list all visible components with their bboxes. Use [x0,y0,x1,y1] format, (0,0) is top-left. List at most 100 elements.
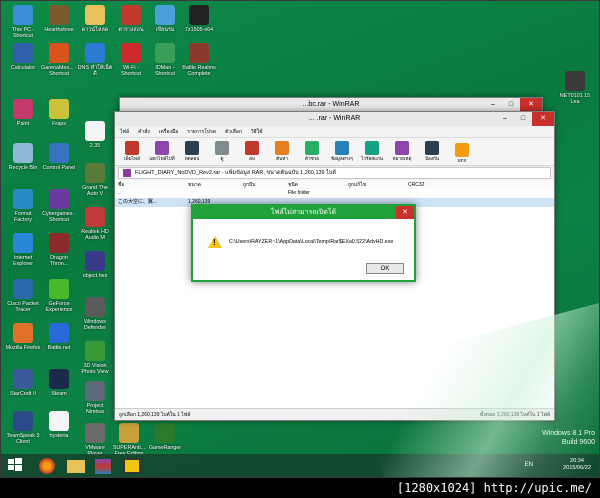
address-bar[interactable]: FLIGHT_DIARY_NoDVD_Rev2.rar - แฟ้มข้อมูล… [118,167,551,179]
winrar-taskbar-icon[interactable] [95,459,111,474]
desktop-icon[interactable]: GameRanger [147,423,183,451]
app-icon [85,121,105,141]
language-indicator[interactable]: EN [525,462,533,468]
app-icon [189,43,209,63]
desktop-icon[interactable]: Project Nimbus [77,381,113,415]
error-dialog[interactable]: ไฟล์ไม่สามารถเปิดได้ ✕ C:\Users\RAYZER~1… [191,204,416,282]
menu-item[interactable]: รายการโปรด [187,126,216,137]
desktop-icon[interactable]: Paint [5,99,41,127]
menu-item[interactable]: คำสั่ง [138,126,150,137]
toolbar-button[interactable]: เพิ่มไฟล์ [119,141,145,163]
app-taskbar-icon[interactable] [123,458,141,474]
desktop-icon[interactable]: StarCraft II [5,369,41,397]
desktop-icon[interactable]: Windows Defender [77,297,113,331]
toolbar-label: เพิ่มไฟล์ [123,156,140,161]
desktop-icon[interactable]: ตารางสอน [113,5,149,33]
desktop-icon[interactable]: VMware Player [77,423,113,457]
toolbar-button[interactable]: SFX [449,143,475,163]
toolbar-button[interactable]: ไวรัสสแกน [359,141,385,163]
desktop-icon[interactable]: Wi-Fi - Shortcut [113,43,149,77]
desktop-icon[interactable]: hysteria [41,411,77,439]
titlebar[interactable]: ...bc.rar - WinRAR – □ ✕ [120,98,542,112]
toolbar-button[interactable]: ตัวช่วย [299,141,325,163]
desktop-icon[interactable]: Control Panel [41,143,77,171]
toolbar-button[interactable]: หมายเหตุ [389,141,415,163]
desktop-icon[interactable]: Hearthstone [41,5,77,33]
desktop-icon[interactable]: Dragon Thron... [41,233,77,267]
table-cell [345,189,405,198]
image-host-footer: [1280x1024] http://upic.me/ [0,478,600,498]
table-row[interactable]: .. File folder [115,189,554,198]
file-explorer-taskbar-icon[interactable] [67,460,85,473]
ok-button[interactable]: OK [366,263,404,274]
titlebar[interactable]: ... .rar - WinRAR – □ ✕ [115,112,554,126]
desktop-icon[interactable]: 2.35 [77,121,113,149]
app-icon [189,5,209,25]
clock[interactable]: 20:34 2015/06/22 [563,458,591,472]
column-header-cell[interactable]: ชนิด [285,180,345,189]
maximize-button[interactable]: □ [514,112,532,126]
toolbar-button[interactable]: ป้องกัน [419,141,445,163]
desktop-icon[interactable]: Realtek HD Audio M [77,207,113,241]
desktop-icon[interactable]: GeForce Experience [41,279,77,313]
app-icon [49,99,69,119]
desktop-icon[interactable]: Recycle Bin [5,143,41,171]
column-header-cell[interactable]: ชื่อ [115,180,185,189]
desktop-icon-label: Battle.net [47,345,71,351]
desktop-icon-label: Project Nimbus [85,403,105,415]
desktop-icon[interactable]: Steam [41,369,77,397]
desktop-icon[interactable]: Battle Realms Complete [181,43,217,77]
desktop-icon-label: Steam [51,391,67,397]
menu-item[interactable]: เครื่องมือ [159,126,178,137]
toolbar-button[interactable]: ข้อมูลต่างๆ [329,141,355,163]
column-header-cell[interactable]: ขนาด [185,180,240,189]
toolbar-button[interactable]: ลบ [239,141,265,163]
dialog-titlebar[interactable]: ไฟล์ไม่สามารถเปิดได้ ✕ [193,206,414,219]
desktop-icon[interactable]: Fraps [41,99,77,127]
firefox-taskbar-icon[interactable] [39,458,55,474]
menu-item[interactable]: ไฟล์ [120,126,129,137]
desktop-icon[interactable]: Internet Explorer [5,233,41,267]
desktop-icon[interactable]: เขียนรม [147,5,183,33]
desktop-icon[interactable]: 3D Vision Photo View [77,341,113,375]
app-icon [13,99,33,119]
toolbar-button[interactable]: ทดสอบ [179,141,205,163]
menu-item[interactable]: ตัวเลือก [225,126,242,137]
desktop-icon[interactable]: Mozilla Firefox [5,323,41,351]
toolbar-button[interactable]: ดู [209,141,235,163]
start-button[interactable] [7,457,27,474]
desktop-icon[interactable]: Cisco Packet Tracer [5,279,41,313]
desktop-icon[interactable]: Format Factory [5,189,41,223]
app-icon [85,341,105,361]
desktop-icon-label: Grand The Auto V [82,185,108,197]
desktop-icon[interactable]: GarenaMes... - Shortcut [41,43,77,77]
archive-icon [123,169,131,177]
desktop-icon[interactable]: Battle.net [41,323,77,351]
window-title: ...bc.rar - WinRAR [302,101,360,108]
desktop-icon[interactable]: ดาวน์โหลด [77,5,113,33]
desktop-icon[interactable]: object.hes [77,251,113,279]
desktop-icon[interactable]: IDMan - Shortcut [147,43,183,77]
toolbar-button[interactable]: แตกไฟล์ไปที่ [149,141,175,163]
maximize-button[interactable]: □ [502,98,520,112]
menu-item[interactable]: วิธีใช้ [251,126,263,137]
minimize-button[interactable]: – [484,98,502,112]
close-button[interactable]: ✕ [532,112,554,126]
desktop-icon[interactable]: Cybergames - Shortcut [41,189,77,223]
desktop-icon[interactable]: SUPERAnti... Free Edition [111,423,147,457]
desktop-icon[interactable]: 7z1505-x64 [181,5,217,33]
column-header-cell[interactable]: ถูกแก้ไข [345,180,405,189]
toolbar-button[interactable]: ค้นหา [269,141,295,163]
column-header-cell[interactable]: CRC32 [405,180,465,189]
desktop-icon[interactable]: Grand The Auto V [77,163,113,197]
desktop-icon[interactable]: Calculator [5,43,41,71]
desktop-icon[interactable]: This PC - Shortcut [5,5,41,39]
desktop-icon[interactable]: NET0101 15 Lea [557,71,593,105]
column-header-cell[interactable]: ถูกบีบ [240,180,285,189]
app-icon [49,279,69,299]
desktop-icon[interactable]: DNS ทำให้เน็ตดี [77,43,113,77]
dialog-close-button[interactable]: ✕ [396,206,414,219]
close-button[interactable]: ✕ [520,98,542,112]
desktop-icon[interactable]: TeamSpeak 3 Client [5,411,41,445]
minimize-button[interactable]: – [496,112,514,126]
